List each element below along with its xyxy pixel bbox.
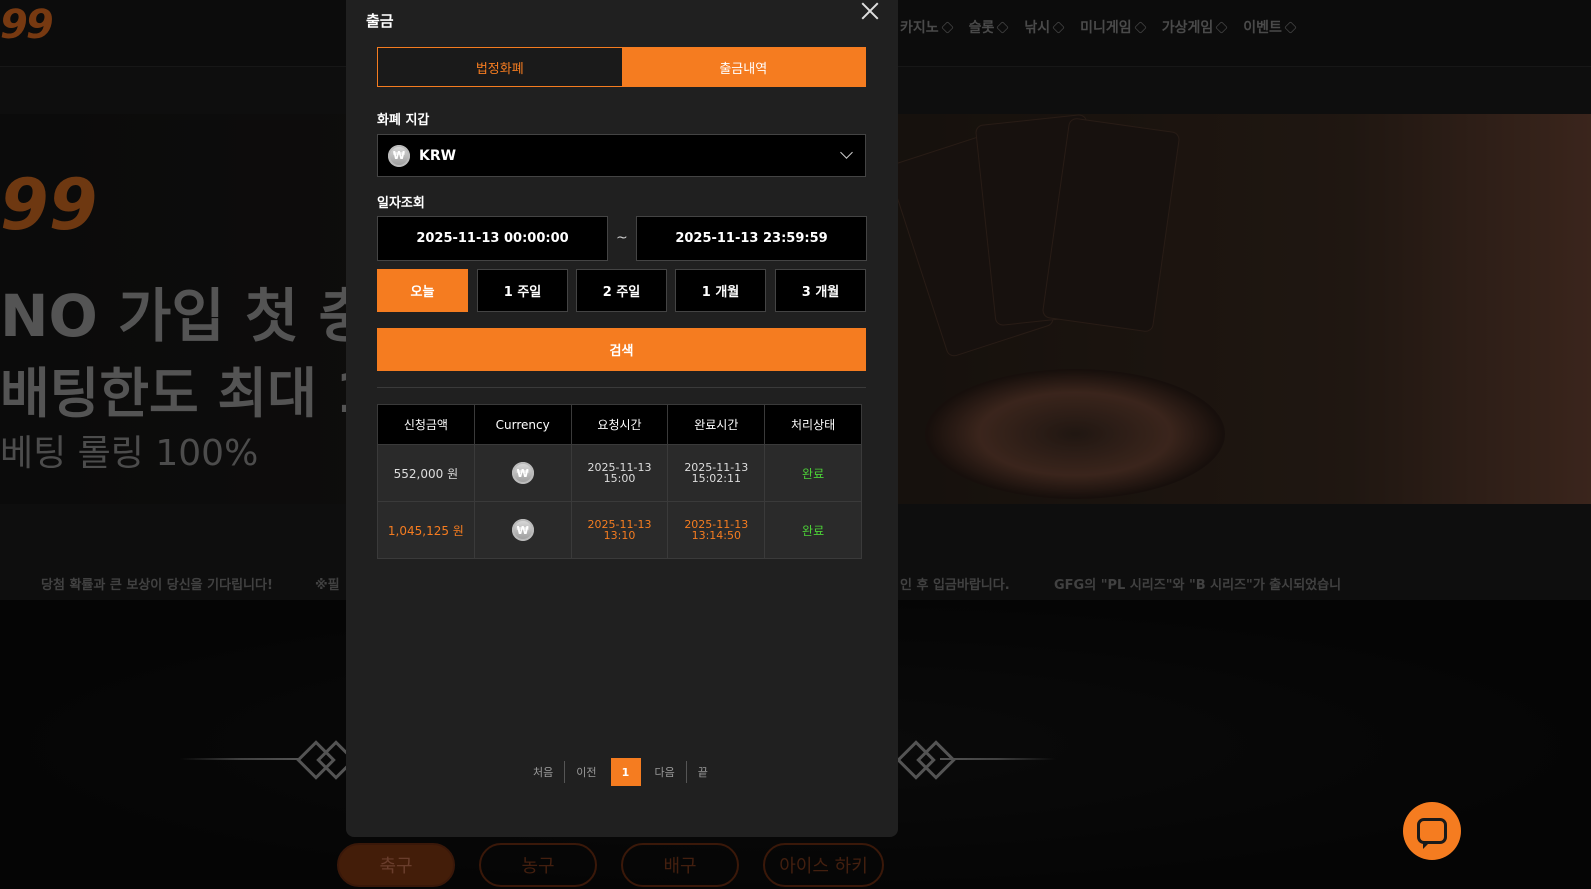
page-last-button[interactable]: 끝 [687,764,719,780]
status-badge: 완료 [802,523,825,538]
complete-time-cell: 2025-11-13 13:14:50 [667,501,766,559]
status-cell: 완료 [764,501,862,559]
won-coin-icon: ₩ [388,144,410,167]
col-request-time: 요청시간 [570,404,669,445]
date-label: 일자조회 [377,196,425,211]
tab-fiat[interactable]: 법정화폐 [378,48,622,86]
complete-time-cell: 2025-11-13 15:02:11 [667,444,766,502]
col-status: 처리상태 [764,404,862,445]
period-today-button[interactable]: 오늘 [377,269,468,312]
chat-icon [1417,818,1447,849]
withdraw-history-table: 신청금액 Currency 요청시간 완료시간 처리상태 552,000 원 ₩… [377,404,862,559]
amount-cell: 1,045,125 원 [377,501,475,559]
wallet-value: KRW [419,147,457,164]
date-from-input[interactable] [377,216,608,261]
won-coin-icon: ₩ [511,519,534,541]
status-badge: 완료 [802,466,825,481]
page-prev-button[interactable]: 이전 [565,764,607,780]
status-cell: 완료 [764,444,862,502]
close-icon[interactable] [858,0,882,24]
date-separator: ~ [616,230,628,246]
table-row: 552,000 원 ₩ 2025-11-13 15:00 2025-11-13 15… [377,444,862,502]
search-button[interactable]: 검색 [377,328,866,371]
period-1month-button[interactable]: 1 개월 [675,269,766,312]
wallet-select[interactable]: ₩ KRW [377,134,866,177]
amount-cell: 552,000 원 [377,444,475,502]
request-time: 13:10 [603,529,636,542]
page-next-button[interactable]: 다음 [644,764,686,780]
currency-cell: ₩ [473,501,572,559]
table-row: 1,045,125 원 ₩ 2025-11-13 13:10 2025-11-13… [377,501,862,559]
live-chat-button[interactable] [1403,802,1461,860]
currency-cell: ₩ [473,444,572,502]
modal-tabs: 법정화폐 출금내역 [377,47,866,87]
won-coin-icon: ₩ [511,462,534,484]
col-complete-time: 완료시간 [667,404,766,445]
chevron-down-icon [840,146,853,159]
col-amount: 신청금액 [377,404,475,445]
request-time: 15:00 [603,472,636,485]
table-header-row: 신청금액 Currency 요청시간 완료시간 처리상태 [377,404,862,445]
complete-time: 13:14:50 [691,529,741,542]
col-currency: Currency [473,404,572,445]
request-time-cell: 2025-11-13 13:10 [570,501,669,559]
pagination: 처음 이전 1 다음 끝 [522,758,719,786]
complete-time: 15:02:11 [691,472,741,485]
period-1week-button[interactable]: 1 주일 [477,269,568,312]
request-time-cell: 2025-11-13 15:00 [570,444,669,502]
page-current-button[interactable]: 1 [610,758,641,786]
wallet-label: 화폐 지갑 [377,113,430,128]
date-to-input[interactable] [636,216,867,261]
period-3month-button[interactable]: 3 개월 [775,269,866,312]
tab-withdraw-history[interactable]: 출금내역 [621,48,865,86]
divider [377,387,866,388]
modal-title: 출금 [366,12,394,30]
withdrawal-modal: 출금 법정화폐 출금내역 화폐 지갑 ₩ KRW 일자조회 ~ 오늘 1 주일 … [346,0,898,837]
period-2week-button[interactable]: 2 주일 [576,269,667,312]
page-first-button[interactable]: 처음 [522,764,564,780]
